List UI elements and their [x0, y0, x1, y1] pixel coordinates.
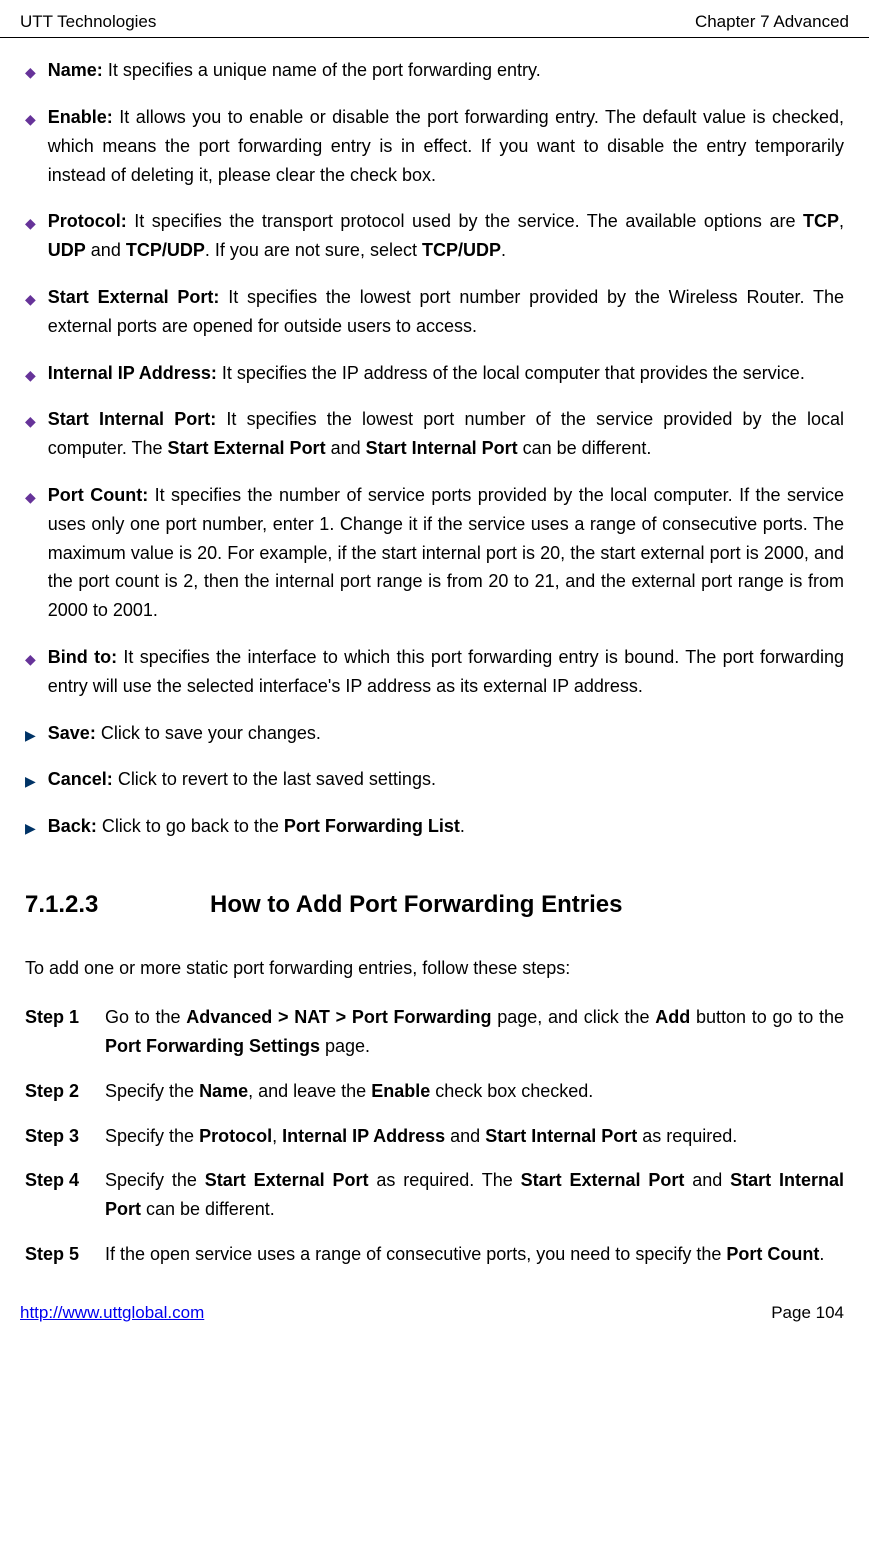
section-title: How to Add Port Forwarding Entries — [210, 886, 622, 924]
diamond-icon: ◆ — [25, 364, 36, 388]
bullet-name: ◆ Name: It specifies a unique name of th… — [25, 56, 844, 85]
bullet-back: ▶ Back: Click to go back to the Port For… — [25, 812, 844, 841]
bullet-text: Start External Port: It specifies the lo… — [48, 283, 844, 341]
diamond-icon: ◆ — [25, 288, 36, 341]
step-text: If the open service uses a range of cons… — [105, 1240, 844, 1269]
arrow-icon: ▶ — [25, 724, 36, 748]
bullet-start-internal-port: ◆ Start Internal Port: It specifies the … — [25, 405, 844, 463]
bullet-text: Port Count: It specifies the number of s… — [48, 481, 844, 625]
intro-text: To add one or more static port forwardin… — [25, 954, 844, 983]
bullet-text: Start Internal Port: It specifies the lo… — [48, 405, 844, 463]
diamond-icon: ◆ — [25, 486, 36, 625]
bullet-text: Back: Click to go back to the Port Forwa… — [48, 812, 844, 841]
bullet-start-external-port: ◆ Start External Port: It specifies the … — [25, 283, 844, 341]
bullet-cancel: ▶ Cancel: Click to revert to the last sa… — [25, 765, 844, 794]
footer-link[interactable]: http://www.uttglobal.com — [20, 1299, 204, 1326]
arrow-icon: ▶ — [25, 817, 36, 841]
step-label: Step 2 — [25, 1077, 105, 1106]
section-number: 7.1.2.3 — [25, 886, 210, 924]
diamond-icon: ◆ — [25, 648, 36, 701]
bullet-text: Protocol: It specifies the transport pro… — [48, 207, 844, 265]
bullet-text: Name: It specifies a unique name of the … — [48, 56, 844, 85]
bullet-internal-ip: ◆ Internal IP Address: It specifies the … — [25, 359, 844, 388]
page-header: UTT Technologies Chapter 7 Advanced — [0, 0, 869, 38]
step-label: Step 3 — [25, 1122, 105, 1151]
diamond-icon: ◆ — [25, 410, 36, 463]
step-2: Step 2 Specify the Name, and leave the E… — [25, 1077, 844, 1106]
step-label: Step 1 — [25, 1003, 105, 1061]
bullet-text: Cancel: Click to revert to the last save… — [48, 765, 844, 794]
diamond-icon: ◆ — [25, 61, 36, 85]
bullet-text: Bind to: It specifies the interface to w… — [48, 643, 844, 701]
header-right: Chapter 7 Advanced — [695, 8, 849, 35]
bullet-protocol: ◆ Protocol: It specifies the transport p… — [25, 207, 844, 265]
header-left: UTT Technologies — [20, 8, 156, 35]
section-heading: 7.1.2.3 How to Add Port Forwarding Entri… — [25, 886, 844, 924]
bullet-port-count: ◆ Port Count: It specifies the number of… — [25, 481, 844, 625]
diamond-icon: ◆ — [25, 212, 36, 265]
bullet-text: Save: Click to save your changes. — [48, 719, 844, 748]
step-1: Step 1 Go to the Advanced > NAT > Port F… — [25, 1003, 844, 1061]
step-text: Specify the Start External Port as requi… — [105, 1166, 844, 1224]
bullet-bind-to: ◆ Bind to: It specifies the interface to… — [25, 643, 844, 701]
step-label: Step 4 — [25, 1166, 105, 1224]
step-text: Specify the Protocol, Internal IP Addres… — [105, 1122, 844, 1151]
step-5: Step 5 If the open service uses a range … — [25, 1240, 844, 1269]
step-4: Step 4 Specify the Start External Port a… — [25, 1166, 844, 1224]
diamond-icon: ◆ — [25, 108, 36, 189]
page-content: ◆ Name: It specifies a unique name of th… — [0, 56, 869, 1269]
bullet-text: Enable: It allows you to enable or disab… — [48, 103, 844, 189]
bullet-save: ▶ Save: Click to save your changes. — [25, 719, 844, 748]
page-footer: http://www.uttglobal.com Page 104 — [0, 1269, 869, 1336]
step-3: Step 3 Specify the Protocol, Internal IP… — [25, 1122, 844, 1151]
step-label: Step 5 — [25, 1240, 105, 1269]
step-text: Go to the Advanced > NAT > Port Forwardi… — [105, 1003, 844, 1061]
arrow-icon: ▶ — [25, 770, 36, 794]
bullet-enable: ◆ Enable: It allows you to enable or dis… — [25, 103, 844, 189]
page-number: Page 104 — [771, 1299, 844, 1326]
step-text: Specify the Name, and leave the Enable c… — [105, 1077, 844, 1106]
bullet-text: Internal IP Address: It specifies the IP… — [48, 359, 844, 388]
